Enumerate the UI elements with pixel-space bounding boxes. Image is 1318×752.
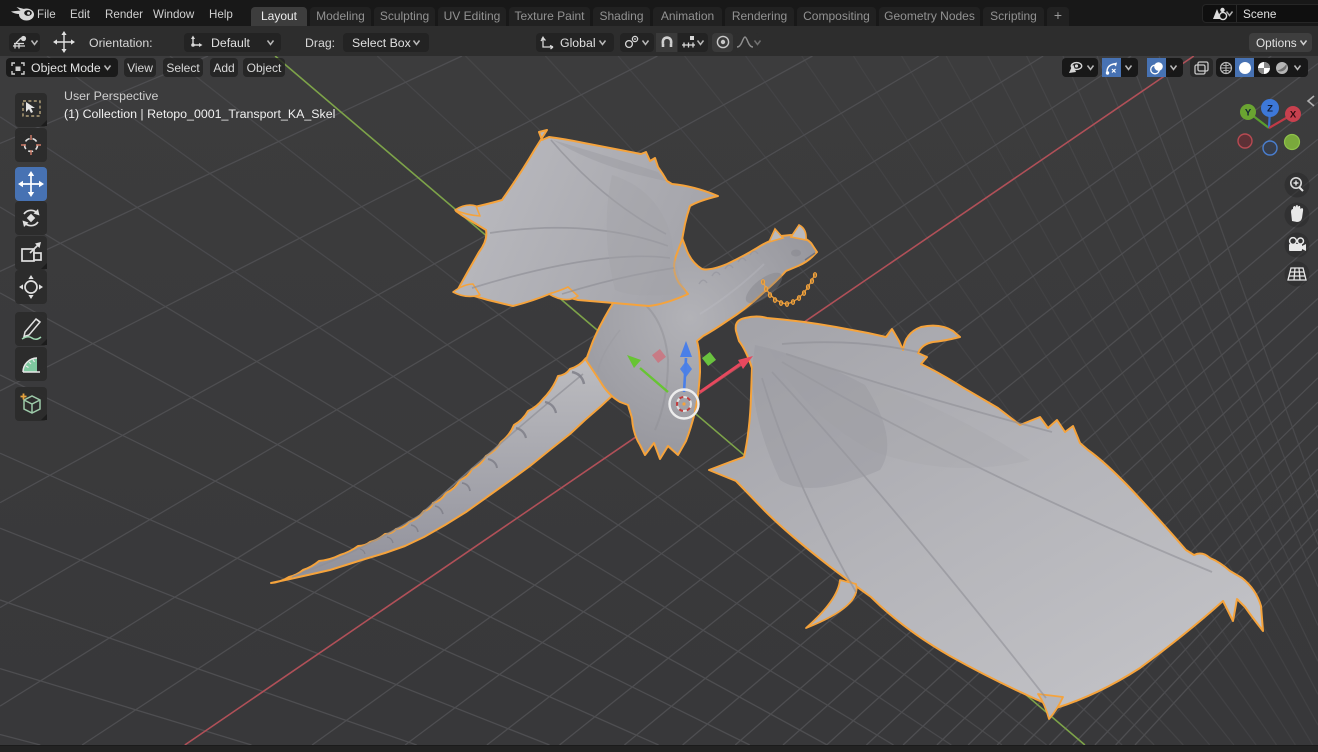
svg-text:X: X	[1290, 110, 1297, 121]
svg-text:Z: Z	[1267, 104, 1273, 115]
svg-text:Y: Y	[1245, 108, 1252, 119]
